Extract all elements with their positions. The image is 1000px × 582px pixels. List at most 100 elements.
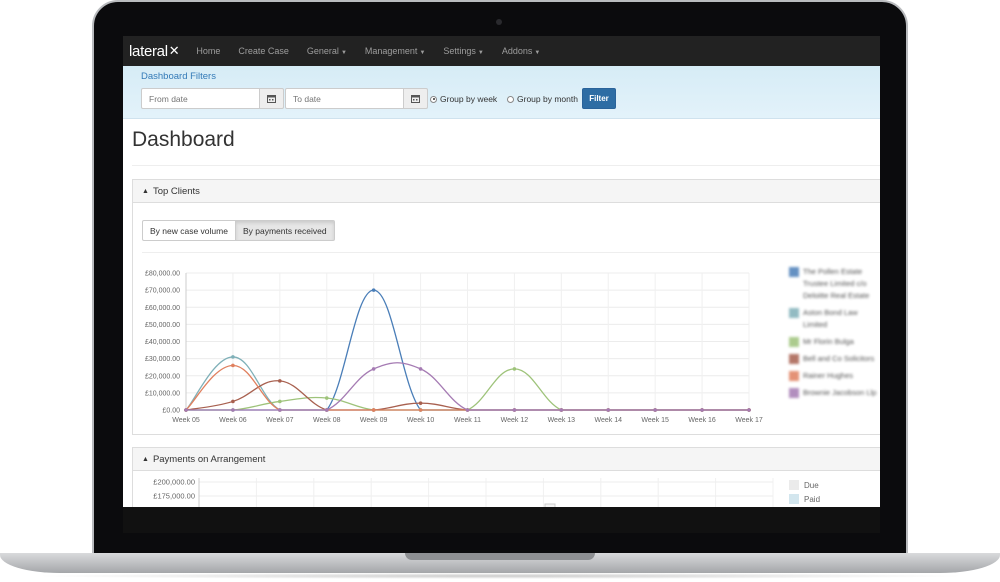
- camera: [496, 19, 502, 25]
- legend-swatch: [789, 494, 799, 504]
- radio-selected-icon: [430, 95, 437, 103]
- x-tick-label: Week 08: [313, 417, 341, 424]
- legend-label: Due: [804, 480, 819, 490]
- data-point: [465, 408, 470, 412]
- data-point: [418, 401, 423, 405]
- data-point: [278, 408, 282, 412]
- chevron-up-icon: ▲: [142, 187, 149, 195]
- data-point: [371, 408, 376, 412]
- from-date-input[interactable]: [141, 88, 260, 109]
- chart-tooltip: [544, 503, 556, 507]
- legend-item[interactable]: Brownie Jacobson Llp: [789, 387, 877, 399]
- nav-item-label: General: [306, 46, 339, 56]
- y-tick-label: £80,000.00: [145, 271, 180, 278]
- data-point: [324, 408, 329, 412]
- to-date-group: [285, 88, 428, 109]
- data-point: [324, 396, 329, 400]
- legend-label: Rainer Hughes: [803, 371, 854, 380]
- payments-title: Payments on Arrangement: [152, 453, 266, 465]
- dashboard-filters: Dashboard Filters Group by week Group by…: [123, 66, 880, 119]
- calendar-icon[interactable]: [260, 88, 284, 109]
- laptop-bezel-bottom: [123, 507, 880, 533]
- to-date-input[interactable]: [285, 88, 404, 109]
- nav-item-label: Settings: [443, 46, 476, 56]
- y-tick-label: £50,000.00: [145, 322, 180, 329]
- payments-legend: Due Paid: [789, 480, 820, 507]
- laptop-shadow: [30, 573, 970, 579]
- legend-swatch: [789, 308, 799, 318]
- nav-item-management[interactable]: Management ▼: [356, 46, 435, 56]
- legend-label: Paid: [804, 494, 821, 504]
- group-by-month-label: Group by month: [517, 94, 578, 104]
- data-point: [747, 408, 751, 412]
- data-point: [418, 367, 423, 371]
- data-point: [371, 367, 376, 371]
- x-tick-label: Week 07: [266, 417, 294, 424]
- y-tick-label: £40,000.00: [145, 339, 180, 346]
- data-point: [231, 355, 235, 359]
- data-point: [700, 408, 704, 412]
- x-tick-label: Week 12: [501, 417, 529, 424]
- caret-down-icon: ▼: [534, 50, 541, 56]
- y-tick-label: £70,000.00: [145, 288, 180, 295]
- payments-panel: ▲ Payments on Arrangement £200,000.00 £17…: [132, 447, 880, 507]
- screen: lateral ✕ Home Create Case General ▼ Managem…: [123, 36, 880, 507]
- legend-label: Brownie Jacobson Llp: [803, 388, 877, 397]
- legend-item[interactable]: Paid: [789, 494, 820, 504]
- legend-item[interactable]: Aston Bond Law Limited: [789, 307, 877, 331]
- legend-item[interactable]: Mr Florin Bulga: [789, 336, 877, 348]
- payments-chart: £200,000.00 £175,000.00: [153, 478, 774, 507]
- caret-down-icon: ▼: [340, 50, 347, 56]
- legend-item[interactable]: Rainer Hughes: [789, 370, 877, 382]
- caret-down-icon: ▼: [419, 50, 426, 56]
- legend-label: Mr Florin Bulga: [803, 337, 854, 346]
- legend-item[interactable]: The Pollen Estate Trustee Limited c/o De…: [789, 266, 877, 302]
- y-tick-label: £30,000.00: [145, 356, 180, 363]
- caret-down-icon: ▼: [477, 50, 484, 56]
- x-tick-label: Week 17: [735, 417, 763, 424]
- data-point: [278, 399, 282, 404]
- data-point: [606, 408, 611, 412]
- filters-title: Dashboard Filters: [141, 71, 216, 82]
- by-payments-received-button[interactable]: By payments received: [235, 220, 335, 241]
- data-point: [418, 408, 423, 412]
- y-tick-label: £60,000.00: [145, 305, 180, 312]
- x-tick-label: Week 16: [688, 417, 716, 424]
- group-by-week-radio[interactable]: Group by week: [430, 94, 497, 104]
- calendar-icon[interactable]: [404, 88, 428, 109]
- top-clients-header[interactable]: ▲ Top Clients: [133, 180, 880, 203]
- x-tick-label: Week 05: [172, 417, 200, 424]
- legend-label: Bell and Co Solicitors: [803, 354, 875, 363]
- nav-item-label: Addons: [501, 46, 533, 56]
- nav-item-home[interactable]: Home: [187, 46, 229, 56]
- data-point: [231, 363, 235, 368]
- nav-item-general[interactable]: General ▼: [298, 46, 356, 56]
- filter-button[interactable]: Filter: [582, 88, 616, 109]
- from-date-group: [141, 88, 284, 109]
- chevron-up-icon: ▲: [142, 455, 149, 463]
- nav-item-settings[interactable]: Settings ▼: [434, 46, 492, 56]
- group-by-month-radio[interactable]: Group by month: [507, 94, 578, 104]
- legend-swatch: [789, 371, 799, 381]
- top-clients-title: Top Clients: [152, 185, 200, 197]
- divider: [142, 252, 880, 253]
- brand-text: lateral: [129, 42, 168, 60]
- x-tick-label: Week 06: [219, 417, 247, 424]
- nav-item-create-case[interactable]: Create Case: [229, 46, 298, 56]
- data-point: [231, 399, 235, 404]
- data-point: [231, 408, 235, 412]
- legend-item[interactable]: Due: [789, 480, 820, 490]
- nav-item-addons[interactable]: Addons ▼: [493, 46, 549, 56]
- legend-item[interactable]: Bell and Co Solicitors: [789, 353, 877, 365]
- brand-logo[interactable]: lateral ✕: [123, 43, 187, 60]
- by-new-case-volume-button[interactable]: By new case volume: [142, 220, 236, 241]
- nav-item-label: Create Case: [238, 46, 289, 56]
- payments-header[interactable]: ▲ Payments on Arrangement: [133, 448, 880, 471]
- x-tick-label: Week 09: [360, 417, 388, 424]
- data-point: [559, 408, 564, 412]
- legend-swatch: [789, 480, 799, 490]
- navbar: lateral ✕ Home Create Case General ▼ Managem…: [123, 36, 880, 66]
- top-clients-toggle: By new case volume By payments received: [142, 220, 335, 241]
- x-tick-label: Week 10: [407, 417, 435, 424]
- legend-swatch: [789, 354, 799, 364]
